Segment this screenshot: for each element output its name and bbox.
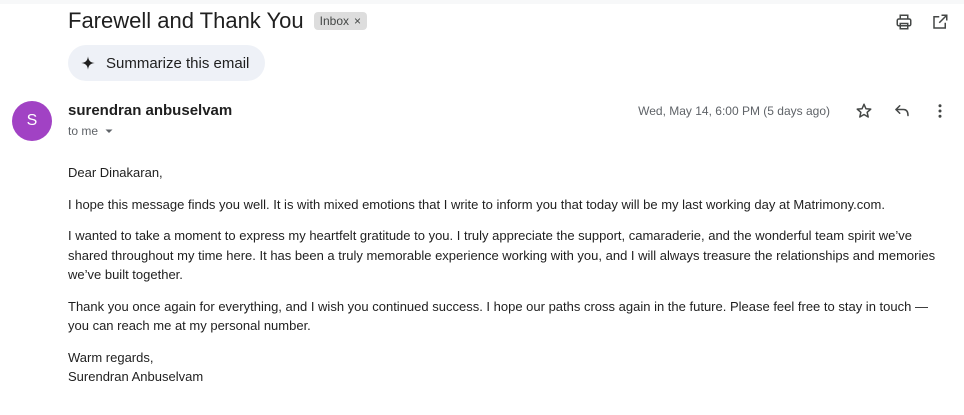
email-subject: Farewell and Thank You <box>68 8 304 33</box>
top-divider <box>0 0 964 4</box>
summarize-label: Summarize this email <box>106 54 250 72</box>
body-signature: Surendran Anbuselvam <box>68 369 204 384</box>
remove-label-icon[interactable]: × <box>354 14 361 28</box>
caret-down-icon[interactable] <box>104 126 114 136</box>
star-icon[interactable] <box>854 101 874 121</box>
reply-icon[interactable] <box>892 101 912 121</box>
sender-name[interactable]: surendran anbuselvam <box>68 102 232 119</box>
body-paragraph: I wanted to take a moment to express my … <box>68 228 936 282</box>
email-view: Farewell and Thank You Inbox × Summarize… <box>0 0 964 415</box>
body-paragraph: I hope this message finds you well. It i… <box>68 196 885 212</box>
inbox-label-chip[interactable]: Inbox × <box>313 12 368 30</box>
print-icon[interactable] <box>894 12 914 32</box>
recipient-line: to me <box>68 124 114 138</box>
recipient-text: to me <box>68 124 99 138</box>
body-greeting: Dear Dinakaran, <box>68 165 163 180</box>
more-vert-icon[interactable] <box>930 101 950 121</box>
open-in-new-icon[interactable] <box>930 12 950 32</box>
email-body: Dear Dinakaran, I hope this message find… <box>68 163 948 387</box>
summarize-email-button[interactable]: Summarize this email <box>68 45 266 81</box>
body-closing: Warm regards, <box>68 349 154 365</box>
body-paragraph: Thank you once again for everything, and… <box>68 298 928 334</box>
email-date: Wed, May 14, 6:00 PM (5 days ago) <box>638 104 830 118</box>
sparkle-icon <box>80 55 96 71</box>
thread-actions <box>894 12 950 32</box>
subject-row: Farewell and Thank You Inbox × <box>68 8 368 34</box>
message-actions <box>854 101 950 121</box>
label-chip-text: Inbox <box>319 14 350 28</box>
sender-avatar[interactable]: S <box>12 101 52 141</box>
